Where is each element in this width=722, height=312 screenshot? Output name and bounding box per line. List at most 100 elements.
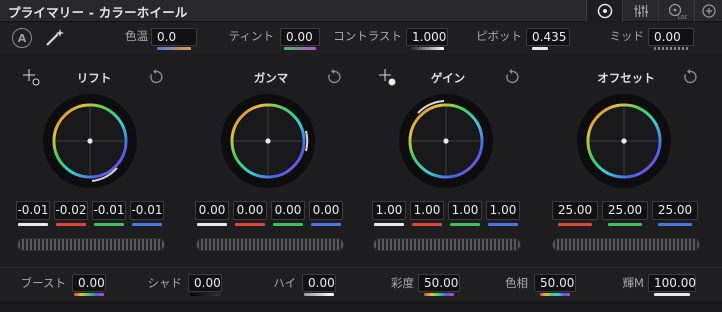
tint-param: ティント [210,28,274,54]
auto-balance-button[interactable]: A [12,28,32,48]
mid-param: ミッド [600,28,645,54]
primary-bars-mode-button[interactable] [622,0,658,22]
temp-param: 色温 [110,28,148,54]
sliders-icon [634,5,648,17]
shadow-input[interactable]: 0.00 [188,274,222,292]
boost-input[interactable]: 0.00 [72,274,106,292]
offset-color-wheel[interactable] [576,93,672,189]
tint-gradient-bar [284,47,316,50]
boost-param: ブースト [4,275,66,301]
top-parameter-bar: A 色温 0.0 ティント 0.00 コントラスト 1.000 ピボット 0.4… [0,23,722,53]
temp-input[interactable]: 0.0 [151,28,197,46]
boost-gradient-bar [74,293,104,296]
lum-mix-param: 輝M [608,275,644,301]
gamma-r-line [235,223,265,226]
high-label: ハイ [273,276,296,290]
lum-mix-bar [654,293,690,296]
lift-master-jog-wheel[interactable] [17,238,165,251]
gain-crosshair-picker-icon[interactable] [378,68,396,86]
offset-master-jog-wheel[interactable] [552,238,700,251]
offset-reset-icon[interactable] [682,69,698,85]
lift-b-input[interactable]: -0.01 [130,201,164,220]
saturation-gradient-bar [424,293,454,296]
temp-gradient-bar [157,47,191,50]
hue-input[interactable]: 50.00 [534,274,576,292]
lift-crosshair-picker-icon[interactable] [22,68,40,86]
pivot-input[interactable]: 0.435 [526,28,570,46]
log-wheels-mode-button[interactable]: LOG [658,0,694,22]
log-wheel-icon: LOG [668,3,687,20]
high-input[interactable]: 0.00 [302,274,336,292]
offset-g-input[interactable]: 25.00 [602,201,648,220]
gain-r-line [412,223,442,226]
pivot-bar [532,47,548,50]
temp-label: 色温 [125,29,148,43]
gain-r-input[interactable]: 1.00 [410,201,444,220]
gain-master-jog-wheel[interactable] [373,238,521,251]
contrast-label: コントラスト [333,29,402,43]
lift-reset-icon[interactable] [148,69,164,85]
boost-label: ブースト [20,276,66,290]
bottom-parameter-bar: ブースト 0.00 シャド 0.00 ハイ 0.00 彩度 50.00 色相 5… [0,267,722,301]
offset-r-input[interactable]: 25.00 [552,201,598,220]
bottom-strip [0,301,722,312]
gamma-b-line [311,223,341,226]
contrast-param: コントラスト [330,28,402,54]
mid-label: ミッド [609,29,645,43]
offset-b-input[interactable]: 25.00 [652,201,698,220]
lift-r-input[interactable]: -0.02 [54,201,88,220]
magic-wand-icon[interactable] [44,28,66,48]
tint-input[interactable]: 0.00 [280,28,320,46]
gain-b-input[interactable]: 1.00 [486,201,520,220]
gamma-color-wheel[interactable] [220,93,316,189]
gamma-title: ガンマ [253,71,289,85]
offset-title: オフセット [597,71,655,85]
gain-y-input[interactable]: 1.00 [372,201,406,220]
gamma-master-jog-wheel[interactable] [196,238,344,251]
mid-input[interactable]: 0.00 [648,28,694,46]
plus-wheel-icon [701,4,716,18]
gain-title: ゲイン [430,71,466,85]
lift-r-line [56,223,86,226]
gain-color-wheel[interactable] [398,93,494,189]
gamma-reset-icon[interactable] [326,69,342,85]
high-param: ハイ [262,275,296,301]
hue-gradient-bar [540,293,570,296]
gamma-r-input[interactable]: 0.00 [233,201,267,220]
gain-reset-icon[interactable] [504,69,520,85]
gain-g-input[interactable]: 1.00 [448,201,482,220]
contrast-input[interactable]: 1.000 [406,28,448,46]
shadow-label: シャド [147,276,183,290]
contrast-gradient-bar [410,47,444,50]
hue-label: 色相 [505,276,528,290]
offset-g-line [608,223,642,226]
svg-text:LOG: LOG [678,15,687,20]
saturation-label: 彩度 [391,276,414,290]
panel-title-bar: プライマリー - カラーホイール LOG [0,0,722,22]
lift-title: リフト [76,71,112,85]
lum-mix-label: 輝M [622,276,644,290]
pivot-label: ピボット [476,29,522,43]
lum-mix-input[interactable]: 100.00 [648,274,696,292]
tint-label: ティント [228,29,274,43]
offset-b-line [658,223,692,226]
gamma-b-input[interactable]: 0.00 [309,201,343,220]
offset-r-line [558,223,592,226]
gamma-g-line [273,223,303,226]
shadow-param: シャド [140,275,183,301]
gamma-y-line [197,223,227,226]
lift-b-line [132,223,162,226]
lift-y-input[interactable]: -0.01 [16,201,50,220]
color-wheels-mode-button[interactable] [586,0,622,22]
gamma-y-input[interactable]: 0.00 [195,201,229,220]
lift-color-wheel[interactable] [42,93,138,189]
lift-g-input[interactable]: -0.01 [92,201,126,220]
gamma-g-input[interactable]: 0.00 [271,201,305,220]
offset-wheel-mode-button[interactable] [694,0,722,22]
lift-y-line [18,223,48,226]
saturation-input[interactable]: 50.00 [418,274,460,292]
saturation-param: 彩度 [376,275,414,301]
hue-param: 色相 [490,275,528,301]
panel-title: プライマリー - カラーホイール [8,5,188,20]
shadow-bar [190,293,220,296]
